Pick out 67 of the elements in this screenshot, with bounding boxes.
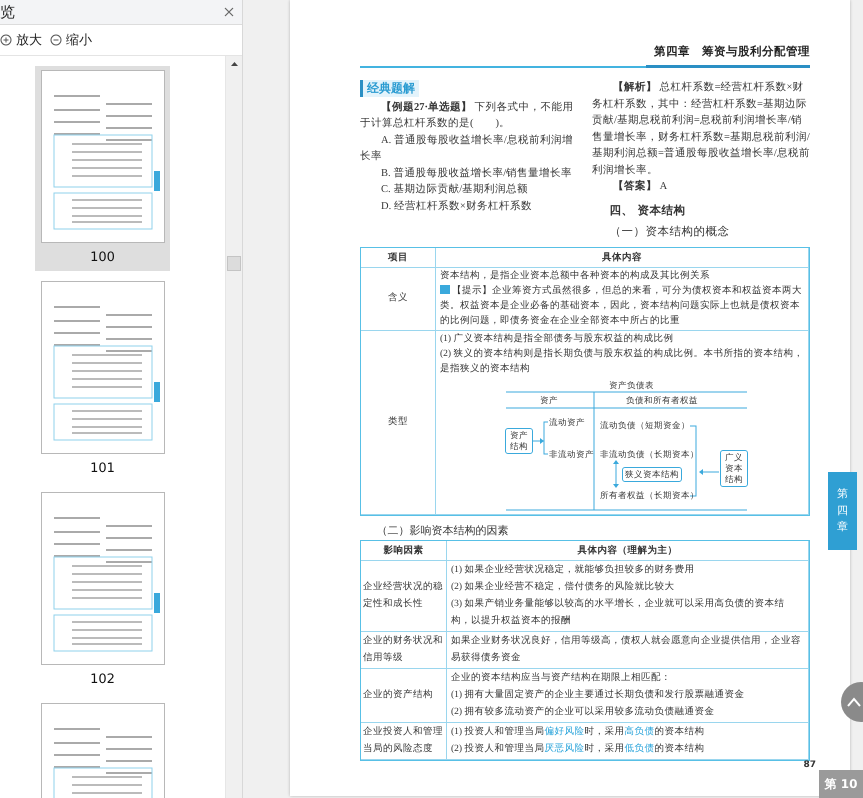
table-text: (1) 投资人和管理当局偏好风险时，采用 高负债的资本结构 <box>451 725 706 738</box>
table-text: (1) 拥有大量固定资产的企业主要通过长期负债和发行股票融通资金 <box>451 688 746 702</box>
bracket-line <box>544 421 548 454</box>
table-cell-text: 含义 <box>388 291 408 305</box>
table-cell-text: 企业投资人和管理当局的风险态度 <box>363 725 444 756</box>
page-number: 87 <box>803 760 816 770</box>
analysis-text: 【解析】 总杠杆系数=经营杠杆系数×财务杠杆系数，其中：经营杠杆系数=基期边际贡献/基期息税前利润=息税前利润增长率/销售量增长率，财务杠杆系数=基期息税前利润/基期利润总额=普通股每股收益增长率/息税前利润增长率。 <box>592 80 810 178</box>
table-text: (2) 狭义的资本结构则是指长期负债与股东权益的构成比例。本书所指的资本结构，是指狭义的资本结构 <box>440 347 804 376</box>
double-arrow <box>613 460 619 488</box>
chevron-up-icon <box>847 697 861 707</box>
close-button[interactable] <box>222 5 236 19</box>
answer-option: A. 普通股每股收益增长率/息税前利润增长率 <box>360 132 578 166</box>
table-cell-text: 企业经营状况的稳定性和成长性 <box>363 580 444 610</box>
table-text: (1) 如果企业经营状况稳定，就能够负担较多的财务费用 <box>451 563 696 576</box>
column-header: 具体内容（理解为主） <box>447 540 809 560</box>
table-text: (1) 广义资本结构是指全部债务与股东权益的构成比例 <box>440 332 674 346</box>
diagram-label: 非流动负债（长期资本） <box>600 448 699 460</box>
column-header: 项目 <box>361 248 436 268</box>
table-text: (2) 如果企业经营不稳定，偿付债务的风险就比较大 <box>451 580 676 594</box>
section-badge: 经典题解 <box>360 80 419 96</box>
table-text: 企业的资本结构应当与资产结构在期限上相匹配： <box>451 671 672 684</box>
zoom-in-button[interactable]: 放大 <box>0 31 42 49</box>
diagram-label: 所有者权益（长期资本） <box>600 490 699 500</box>
arrow <box>532 438 544 444</box>
column-header: 影响因素 <box>361 540 447 560</box>
page-indicator: 第 10 <box>819 770 863 798</box>
diagram-label: 流动资产 <box>549 416 585 428</box>
broad-structure-box: 广义资本结构 <box>720 450 748 486</box>
table-text: (3) 如果产销业务量能够以较高的水平增长，企业就可以采用高负债的资本结构，以提升权益资本的报酬 <box>451 597 786 628</box>
tip-icon <box>440 284 450 294</box>
caret-up-icon <box>230 62 238 66</box>
column-header: 具体内容 <box>436 248 809 268</box>
column-label: 资产 <box>540 394 558 406</box>
asset-structure-box: 资产结构 <box>505 428 533 454</box>
column-label: 负债和所有者权益 <box>626 394 698 406</box>
scrollbar-thumb[interactable] <box>227 256 241 271</box>
table-text: 如果企业财务状况良好，信用等级高，债权人就会愿意向企业提供信用，企业容易获得债务资金 <box>451 634 802 664</box>
answer-option: B. 普通股每股收益增长率/销售量增长率 <box>360 166 578 182</box>
answer-text: 【答案】 A <box>612 179 668 194</box>
tip-text: 【提示】企业筹资方式虽然很多，但总的来看，可分为债权资本和权益资本两大类。权益资本是企业必备的基础资本，因此，资本结构问题实际上也就是债权资本的比例问题，即债务资金在企业全部资本中所占的比重 <box>440 284 803 328</box>
table-cell-text: 企业的资产结构 <box>363 688 434 702</box>
page-label: 102 <box>90 672 115 687</box>
diagram-title: 资产负债表 <box>609 380 654 390</box>
bracket-line <box>690 425 696 496</box>
zoom-out-button[interactable]: 缩小 <box>50 31 92 49</box>
zoom-out-icon <box>50 34 63 46</box>
arrow <box>699 468 720 474</box>
table-cell-text: 企业的财务状况和信用等级 <box>363 634 444 664</box>
table-text: 资本结构，是指企业资本总额中各种资本的构成及其比例关系 <box>440 269 711 282</box>
panel-title: 览 <box>0 2 15 22</box>
answer-option: C. 基期边际贡献/基期利润总额 <box>360 182 578 198</box>
page-label: 100 <box>90 250 115 265</box>
diagram-label: 流动负债（短期资金） <box>600 420 690 430</box>
chapter-header: 第四章 筹资与股利分配管理 <box>646 44 810 68</box>
table-text: (2) 投资人和管理当局厌恶风险时，采用低负债的资本结构 <box>451 742 706 756</box>
table-cell-text: 类型 <box>388 415 408 428</box>
question-text: 【例题27·单选题】 下列各式中，不能用于计算总杠杆系数的是( )。 <box>360 100 575 131</box>
section-heading: 四、 资本结构 <box>609 202 686 218</box>
narrow-structure-box: 狭义资本结构 <box>622 466 682 482</box>
page-label: 101 <box>90 461 115 476</box>
thumbnail-item[interactable]: 100 <box>35 66 170 271</box>
subsection-heading: （二）影响资本结构的因素 <box>376 524 510 538</box>
zoom-in-icon <box>0 34 13 46</box>
diagram-label: 非流动资产 <box>549 448 594 460</box>
table-text: (2) 拥有较多流动资产的企业可以采用较多流动负债融通资金 <box>451 705 716 718</box>
subsection-heading: （一）资本结构的概念 <box>609 224 730 240</box>
answer-option: D. 经营杠杆系数×财务杠杆系数 <box>360 198 578 215</box>
